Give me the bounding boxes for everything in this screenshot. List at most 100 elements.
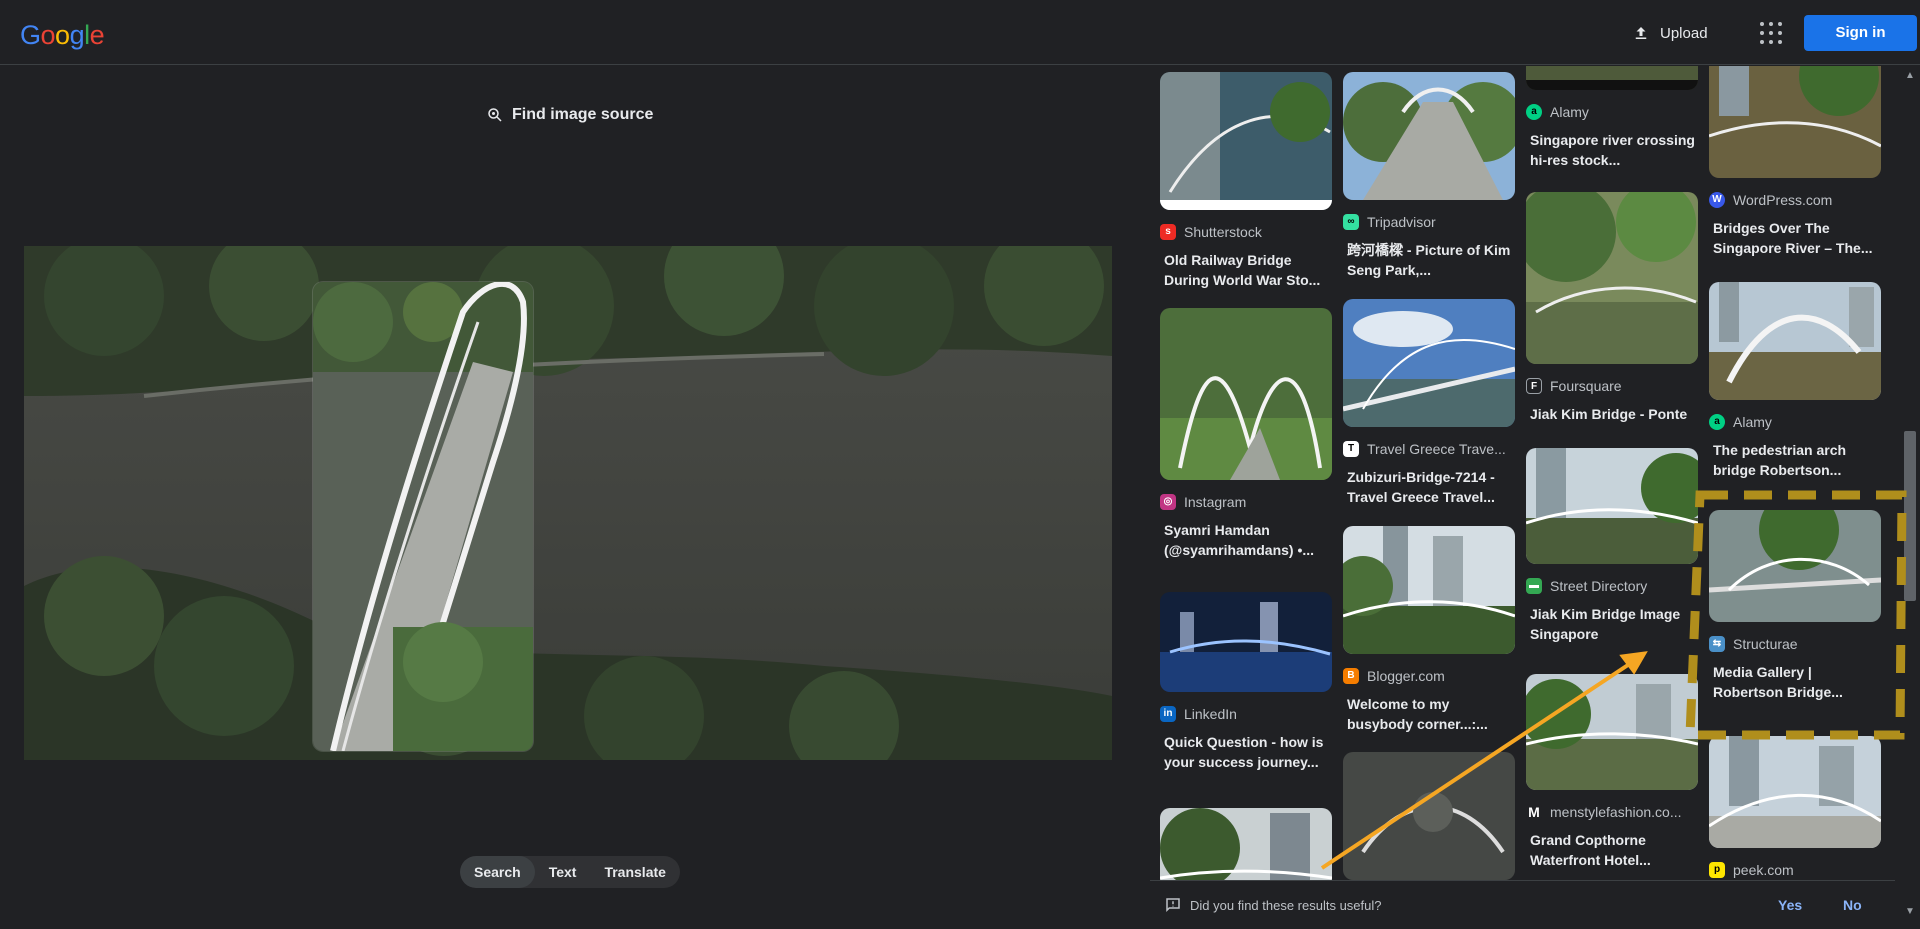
feedback-no-button[interactable]: No	[1843, 897, 1862, 913]
result-thumbnail[interactable]	[1160, 808, 1332, 880]
result-thumbnail[interactable]	[1343, 299, 1515, 427]
result-thumbnail[interactable]	[1526, 448, 1698, 564]
feedback-icon	[1166, 898, 1180, 913]
result-thumbnail[interactable]	[1343, 752, 1515, 880]
result-source: LinkedIn	[1184, 706, 1237, 722]
result-card[interactable]: ∞ Tripadvisor 跨河橋樑 - Picture of Kim Seng …	[1343, 72, 1515, 280]
logo-letter: o	[55, 20, 70, 50]
results-scrollbar[interactable]: ▲ ▼	[1900, 66, 1920, 929]
result-title[interactable]: The pedestrian arch bridge Robertson...	[1709, 440, 1881, 480]
result-title[interactable]: Welcome to my busybody corner...:...	[1343, 694, 1515, 734]
wordpress-icon: W	[1709, 192, 1725, 208]
upload-button[interactable]: Upload	[1632, 20, 1708, 46]
feedback-bar: Did you find these results useful? Yes N…	[1150, 880, 1895, 929]
result-title[interactable]: Old Railway Bridge During World War Sto.…	[1160, 250, 1332, 290]
result-card[interactable]: a Alamy Singapore river crossing hi-res s…	[1526, 66, 1698, 170]
result-source: Alamy	[1550, 104, 1589, 120]
result-thumbnail[interactable]	[1160, 72, 1332, 210]
result-title[interactable]: Grand Copthorne Waterfront Hotel...	[1526, 830, 1698, 870]
foursquare-icon: F	[1526, 378, 1542, 394]
result-thumbnail[interactable]	[1160, 592, 1332, 692]
result-card[interactable]: ⇆ Structurae Media Gallery | Robertson Br…	[1709, 510, 1881, 702]
result-card[interactable]: ◎ Instagram Syamri Hamdan (@syamrihamdans…	[1160, 308, 1332, 560]
result-title[interactable]: Singapore river crossing hi-res stock...	[1526, 130, 1698, 170]
result-card[interactable]: p peek.com	[1709, 736, 1881, 878]
result-card[interactable]	[1343, 752, 1515, 880]
query-image	[24, 246, 1112, 760]
result-title[interactable]: Jiak Kim Bridge Image Singapore	[1526, 604, 1698, 644]
result-card[interactable]: ▬ Street Directory Jiak Kim Bridge Image …	[1526, 448, 1698, 644]
logo-letter: o	[40, 20, 56, 50]
upload-label: Upload	[1660, 24, 1708, 42]
result-card[interactable]: a Alamy The pedestrian arch bridge Robert…	[1709, 282, 1881, 480]
blogger-icon: B	[1343, 668, 1359, 684]
tripadvisor-icon: ∞	[1343, 214, 1359, 230]
result-source: Alamy	[1733, 414, 1772, 430]
shutterstock-icon: s	[1160, 224, 1176, 240]
query-image-pane: Find image source Search Text Translate	[0, 66, 1135, 929]
result-source: Structurae	[1733, 636, 1798, 652]
find-image-source-button[interactable]: Find image source	[486, 106, 653, 124]
result-source: Foursquare	[1550, 378, 1622, 394]
tab-text[interactable]: Text	[535, 856, 591, 888]
result-title[interactable]: Zubizuri-Bridge-7214 - Travel Greece Tra…	[1343, 467, 1515, 507]
result-card[interactable]: in LinkedIn Quick Question - how is your …	[1160, 592, 1332, 772]
result-card[interactable]: T Travel Greece Trave... Zubizuri-Bridge-…	[1343, 299, 1515, 507]
result-title[interactable]: Jiak Kim Bridge - Ponte	[1526, 404, 1698, 444]
travelgreece-icon: T	[1343, 441, 1359, 457]
result-source: Tripadvisor	[1367, 214, 1436, 230]
tab-translate[interactable]: Translate	[590, 856, 679, 888]
result-thumbnail[interactable]	[1709, 66, 1881, 178]
result-thumbnail[interactable]	[1526, 66, 1698, 90]
lens-mode-tabs: Search Text Translate	[460, 856, 680, 888]
result-card[interactable]	[1160, 808, 1332, 880]
scroll-down-icon[interactable]: ▼	[1905, 906, 1915, 917]
result-title[interactable]: 跨河橋樑 - Picture of Kim Seng Park,...	[1343, 240, 1515, 280]
result-thumbnail[interactable]	[1343, 72, 1515, 200]
result-title[interactable]: Bridges Over The Singapore River – The..…	[1709, 218, 1881, 258]
result-card[interactable]: W WordPress.com Bridges Over The Singapor…	[1709, 66, 1881, 258]
result-card[interactable]: s Shutterstock Old Railway Bridge During …	[1160, 72, 1332, 290]
result-thumbnail[interactable]	[1526, 192, 1698, 364]
result-source: WordPress.com	[1733, 192, 1833, 208]
result-thumbnail[interactable]	[1709, 282, 1881, 400]
result-thumbnail[interactable]	[1343, 526, 1515, 654]
result-thumbnail[interactable]	[1160, 308, 1332, 480]
result-thumbnail[interactable]	[1526, 674, 1698, 790]
scroll-up-icon[interactable]: ▲	[1905, 70, 1915, 81]
instagram-icon: ◎	[1160, 494, 1176, 510]
find-image-source-label: Find image source	[512, 106, 654, 123]
result-card[interactable]: Mmenstylefashion.co... Grand Copthorne W…	[1526, 674, 1698, 870]
feedback-question: Did you find these results useful?	[1190, 897, 1382, 913]
peek-icon: p	[1709, 862, 1725, 878]
result-title[interactable]: Media Gallery | Robertson Bridge...	[1709, 662, 1881, 702]
selected-crop-region[interactable]	[313, 282, 533, 751]
result-title[interactable]: Quick Question - how is your success jou…	[1160, 732, 1332, 772]
top-bar: Google Upload Sign in	[0, 0, 1920, 65]
logo-letter: e	[89, 20, 105, 50]
result-source: Shutterstock	[1184, 224, 1262, 240]
result-title[interactable]: Syamri Hamdan (@syamrihamdans) •...	[1160, 520, 1332, 560]
alamy-icon: a	[1526, 104, 1542, 120]
result-card[interactable]: B Blogger.com Welcome to my busybody corn…	[1343, 526, 1515, 734]
alamy-icon: a	[1709, 414, 1725, 430]
sign-in-button[interactable]: Sign in	[1804, 15, 1917, 51]
google-logo[interactable]: Google	[20, 20, 105, 51]
scrollbar-thumb[interactable]	[1904, 431, 1916, 601]
result-card[interactable]: F Foursquare Jiak Kim Bridge - Ponte	[1526, 192, 1698, 444]
streetdirectory-icon: ▬	[1526, 578, 1542, 594]
result-thumbnail[interactable]	[1709, 510, 1881, 622]
result-thumbnail[interactable]	[1709, 736, 1881, 848]
structurae-icon: ⇆	[1709, 636, 1725, 652]
result-source: menstylefashion.co...	[1550, 804, 1682, 820]
feedback-yes-button[interactable]: Yes	[1778, 897, 1802, 913]
result-source: peek.com	[1733, 862, 1794, 878]
result-source: Street Directory	[1550, 578, 1648, 594]
visual-matches-grid: s Shutterstock Old Railway Bridge During …	[1150, 66, 1890, 880]
apps-grid-icon[interactable]	[1760, 22, 1782, 44]
logo-letter: g	[69, 20, 85, 50]
lens-search-icon	[488, 108, 502, 122]
linkedin-icon: in	[1160, 706, 1176, 722]
result-source: Blogger.com	[1367, 668, 1445, 684]
tab-search[interactable]: Search	[460, 856, 535, 888]
